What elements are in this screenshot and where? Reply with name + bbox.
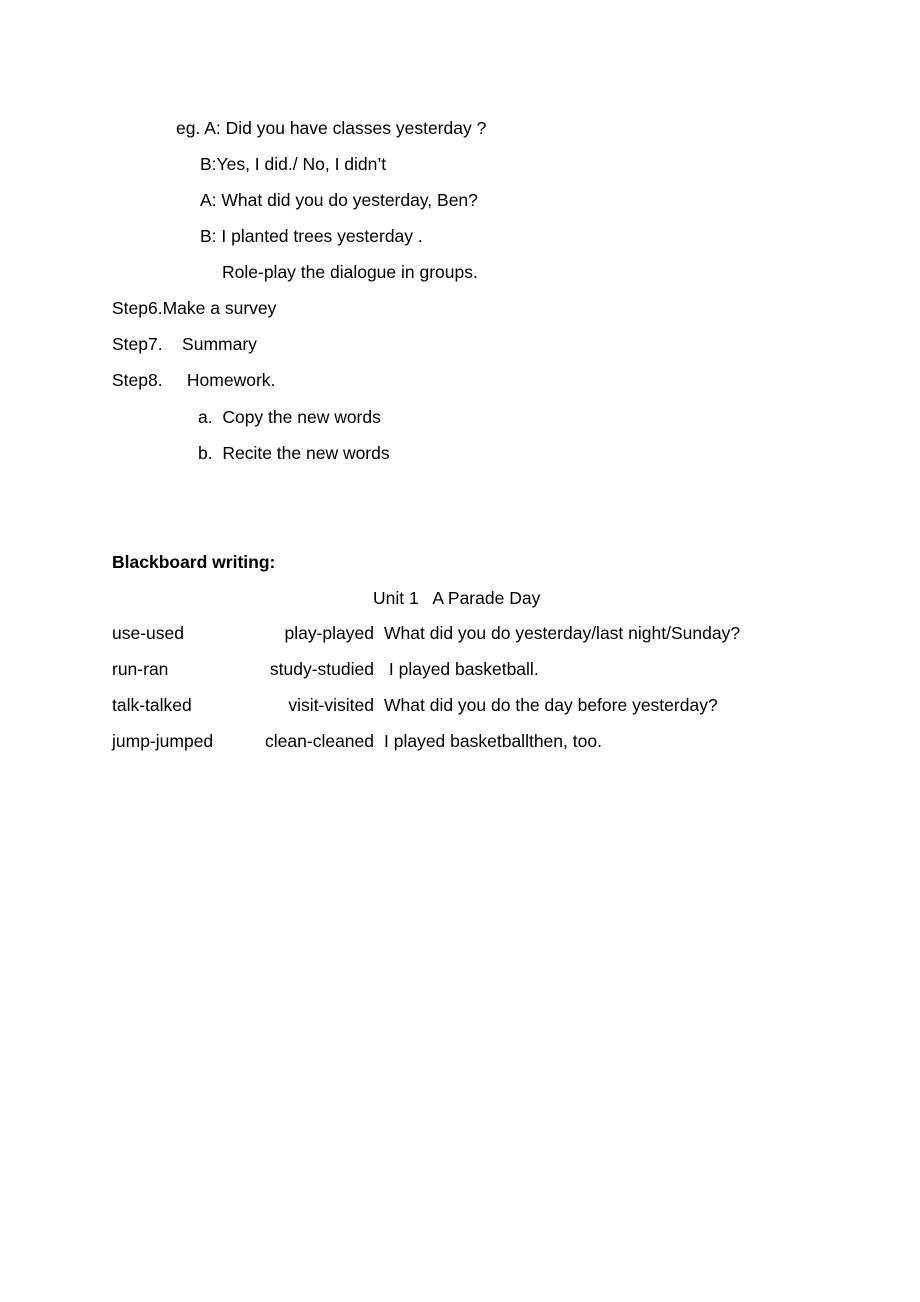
verb-pair-column-2: play-played xyxy=(284,623,375,643)
verb-pair-column-2: visit-visited xyxy=(288,695,374,715)
sentence-column: I played basketballthen, too. xyxy=(384,731,602,751)
sentence-column: I played basketball. xyxy=(384,659,539,679)
sentence-column: What did you do the day before yesterday… xyxy=(384,695,718,715)
dialogue-example-line: eg. A: Did you have classes yesterday ? xyxy=(176,118,487,138)
sentence-column: What did you do yesterday/last night/Sun… xyxy=(384,623,741,643)
table-row: run-ran study-studied I played basketbal… xyxy=(112,659,740,695)
blackboard-unit-title: Unit 1 A Parade Day xyxy=(373,588,541,608)
dialogue-role-play-note: Role-play the dialogue in groups. xyxy=(222,262,478,282)
table-row: jump-jumped clean-cleaned I played baske… xyxy=(112,731,740,767)
verb-pair-column-2: study-studied xyxy=(269,659,374,679)
dialogue-reply-b2: B: I planted trees yesterday . xyxy=(200,226,423,246)
dialogue-reply-b1: B:Yes, I did./ No, I didn’t xyxy=(200,154,387,174)
step-item-6: Step6.Make a survey xyxy=(112,298,277,318)
document-page: eg. A: Did you have classes yesterday ? … xyxy=(0,0,920,1302)
verb-pair-column-1: use-used xyxy=(112,623,184,643)
table-row: talk-talked visit-visited What did you d… xyxy=(112,695,740,731)
step-item-7: Step7. Summary xyxy=(112,334,257,354)
table-row: use-used play-played What did you do yes… xyxy=(112,623,740,659)
step-item-8: Step8. Homework. xyxy=(112,370,276,390)
homework-item-b: b. Recite the new words xyxy=(198,443,390,463)
blackboard-writing-heading: Blackboard writing: xyxy=(112,552,276,572)
homework-item-a: a. Copy the new words xyxy=(198,407,381,427)
verb-pair-column-1: talk-talked xyxy=(112,695,192,715)
verb-pair-column-2: clean-cleaned xyxy=(265,731,374,751)
dialogue-question-a2: A: What did you do yesterday, Ben? xyxy=(200,190,478,210)
verb-pair-column-1: jump-jumped xyxy=(112,731,214,751)
blackboard-table: use-used play-played What did you do yes… xyxy=(112,623,740,767)
verb-pair-column-1: run-ran xyxy=(112,659,169,679)
